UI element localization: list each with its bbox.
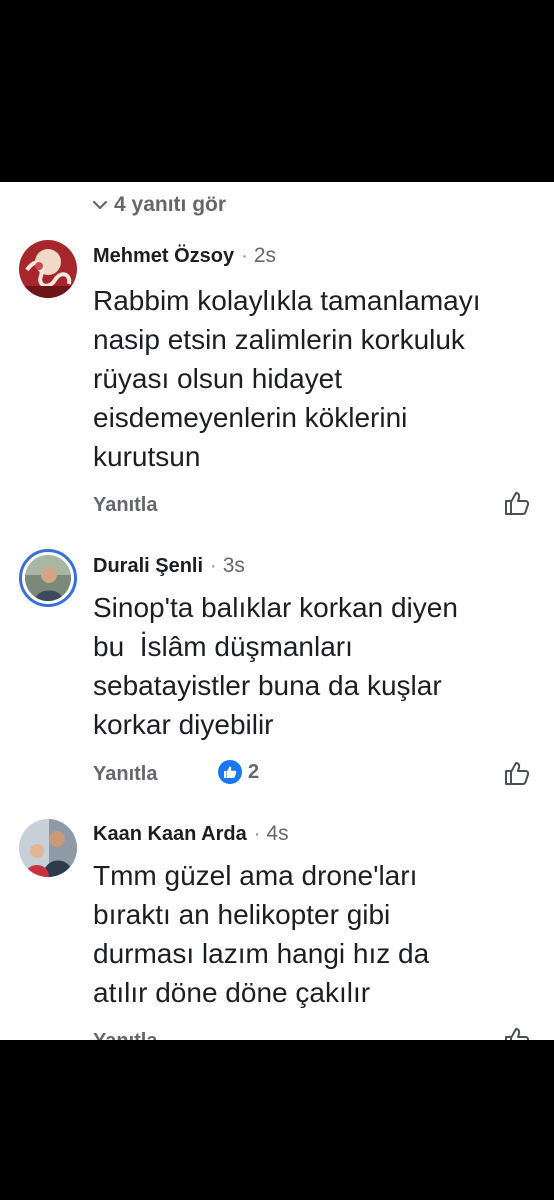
like-reaction-icon	[218, 760, 242, 784]
avatar[interactable]	[19, 549, 77, 607]
author-name[interactable]: Kaan Kaan Arda	[93, 823, 247, 846]
separator-dot: ·	[241, 245, 248, 267]
author-name[interactable]: Mehmet Özsoy	[93, 245, 234, 268]
comment-time[interactable]: 3s	[223, 554, 245, 578]
reply-button[interactable]: Yanıtla	[93, 494, 157, 517]
view-replies-label: 4 yanıtı gör	[114, 193, 227, 216]
comment-time[interactable]: 4s	[266, 822, 288, 846]
author-name[interactable]: Durali Şenli	[93, 555, 203, 578]
comment-text: Tmm güzel ama drone'ları bıraktı an heli…	[93, 860, 430, 1008]
separator-dot: ·	[253, 823, 261, 845]
comment-text: Sinop'ta balıklar korkan diyen bu İslâm …	[93, 592, 458, 740]
view-replies-link[interactable]: 4 yanıtı gör	[92, 190, 226, 220]
avatar[interactable]	[19, 819, 77, 877]
comment-meta: Kaan Kaan Arda · 4s	[93, 822, 289, 846]
separator-dot: ·	[210, 555, 217, 577]
reply-button[interactable]: Yanıtla	[93, 763, 157, 786]
comment-meta: Durali Şenli · 3s	[93, 554, 245, 578]
thumbs-up-icon[interactable]	[504, 760, 530, 791]
comment-time[interactable]: 2s	[254, 244, 276, 268]
reply-button[interactable]: Yanıtla	[93, 1030, 157, 1040]
comments-panel: 4 yanıtı gör Mehmet Özsoy · 2s Rabbim ko…	[0, 182, 554, 1040]
chevron-down-icon	[92, 200, 108, 210]
comment-text: Rabbim kolaylıkla tamanlamayı nasip etsi…	[93, 285, 481, 472]
thumbs-up-icon[interactable]	[504, 1026, 530, 1040]
reaction-count: 2	[248, 760, 260, 783]
thumbs-up-icon[interactable]	[504, 490, 530, 521]
reaction-summary[interactable]: 2	[218, 760, 259, 784]
avatar[interactable]	[19, 240, 77, 298]
comment-meta: Mehmet Özsoy · 2s	[93, 244, 276, 268]
